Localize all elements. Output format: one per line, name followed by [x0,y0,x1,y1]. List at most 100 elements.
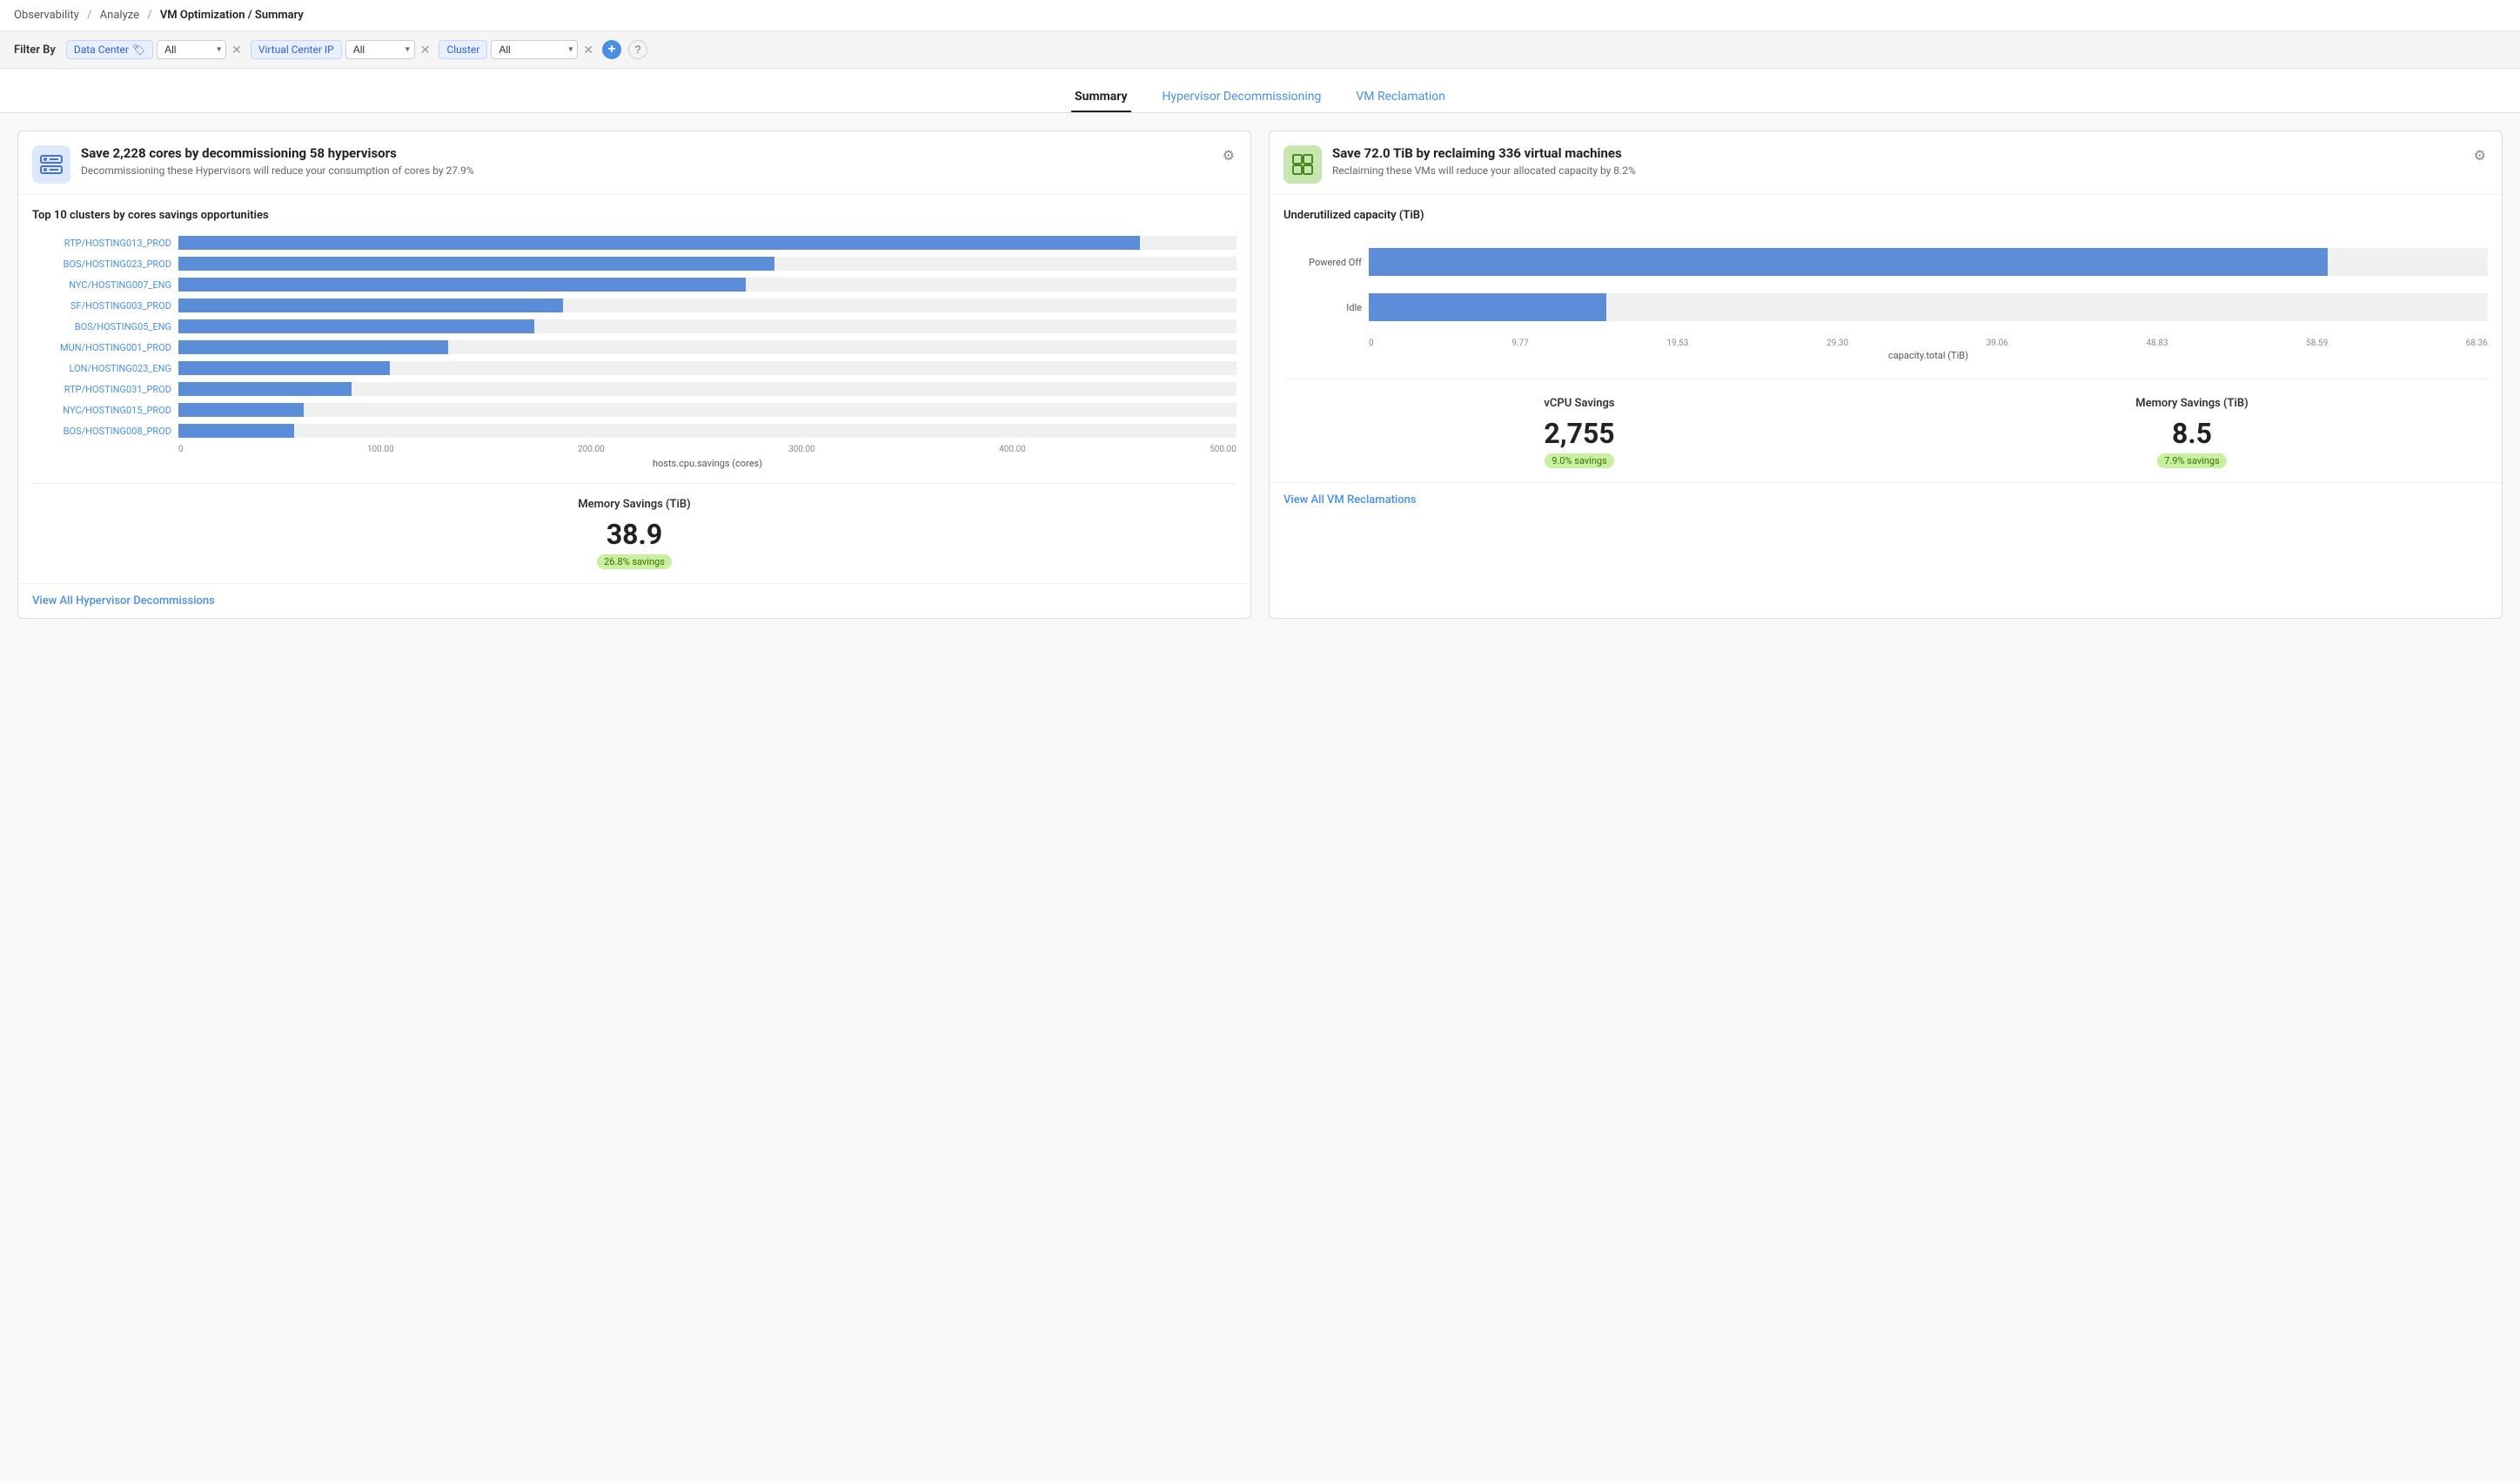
bar-label[interactable]: SF/HOSTING003_PROD [32,300,171,312]
bar-label[interactable]: BOS/HOSTING008_PROD [32,426,171,437]
right-view-all-link[interactable]: View All VM Reclamations [1270,483,2502,517]
cap-bar-label: Powered Off [1283,257,1362,268]
bar-track [178,257,1237,271]
left-panel-body: Top 10 clusters by cores savings opportu… [18,195,1250,583]
bar-label[interactable]: MUN/HOSTING001_PROD [32,342,171,353]
x-axis-tick: 400.00 [999,445,1026,454]
cap-bar-row: Powered Off [1283,248,2488,276]
filter-datacenter-select-wrapper: All [157,40,226,59]
right-memory-savings-badge: 7.9% savings [2157,453,2227,468]
filter-cluster-select[interactable]: All [491,40,578,59]
x-axis-tick: 500.00 [1210,445,1237,454]
main-content: Save 2,228 cores by decommissioning 58 h… [0,113,2520,1483]
bar-label[interactable]: NYC/HOSTING007_ENG [32,279,171,291]
filter-help-button[interactable]: ? [628,40,647,59]
breadcrumb: Observability / Analyze / VM Optimizatio… [0,0,2520,31]
breadcrumb-analyze[interactable]: Analyze [100,9,139,22]
x-axis-tick: 300.00 [788,445,815,454]
right-panel-icon [1283,145,1322,184]
right-chart-title: Underutilized capacity (TiB) [1283,209,2488,222]
filter-datacenter-clear[interactable]: ✕ [230,43,244,57]
bar-label[interactable]: BOS/HOSTING05_ENG [32,321,171,332]
left-view-all-link[interactable]: View All Hypervisor Decommissions [18,584,1250,618]
left-x-axis: 0100.00200.00300.00400.00500.00 [178,445,1237,454]
filter-tag-vcip: Virtual Center IP [251,40,342,59]
filter-vcip-select-wrapper: All [345,40,415,59]
right-panel-subtitle: Reclaiming these VMs will reduce your al… [1332,164,2462,177]
filter-vcip-clear[interactable]: ✕ [419,43,432,57]
cap-bar-track [1369,248,2488,276]
x-axis-tick: 100.00 [367,445,394,454]
left-panel-header: Save 2,228 cores by decommissioning 58 h… [18,131,1250,195]
right-panel-gear-icon[interactable]: ⚙ [2472,145,2488,165]
bar-label[interactable]: BOS/HOSTING023_PROD [32,258,171,270]
left-panel-header-text: Save 2,228 cores by decommissioning 58 h… [81,145,1210,177]
bar-track [178,382,1237,396]
right-panel: Save 72.0 TiB by reclaiming 336 virtual … [1269,131,2503,619]
right-memory-savings-col: Memory Savings (TiB) 8.5 7.9% savings [1896,397,2488,468]
breadcrumb-current: VM Optimization / Summary [160,9,304,22]
bar-fill [178,236,1140,250]
filter-by-label: Filter By [14,44,56,57]
filter-group-vcip: Virtual Center IP All ✕ [251,40,432,59]
filter-cluster-clear[interactable]: ✕ [581,43,595,57]
bar-track [178,236,1237,250]
right-panel-title: Save 72.0 TiB by reclaiming 336 virtual … [1332,145,2462,161]
cap-x-axis-tick: 68.36 [2466,339,2488,348]
cap-bar-fill [1369,293,1606,321]
right-panel-body: Underutilized capacity (TiB) Powered Off… [1270,195,2502,482]
bar-fill [178,403,304,417]
x-axis-tick: 0 [178,445,184,454]
left-memory-savings-label: Memory Savings (TiB) [32,498,1237,511]
filter-cluster-select-wrapper: All [491,40,578,59]
bar-fill [178,299,563,312]
right-memory-savings-value: 8.5 [1896,417,2488,450]
bar-row: RTP/HOSTING031_PROD [32,382,1237,396]
cap-bar-fill [1369,248,2328,276]
right-memory-savings-label: Memory Savings (TiB) [1896,397,2488,410]
filter-bar: Filter By Data Center 🏷 All ✕ Virtual Ce… [0,31,2520,69]
bar-fill [178,424,294,438]
right-metrics-row: vCPU Savings 2,755 9.0% savings Memory S… [1283,397,2488,468]
cap-x-axis-tick: 39.06 [1987,339,2008,348]
bar-label[interactable]: RTP/HOSTING013_PROD [32,238,171,249]
breadcrumb-sep-2: / [147,9,151,22]
bar-track [178,319,1237,333]
cap-bar-track [1369,293,2488,321]
breadcrumb-observability[interactable]: Observability [14,9,79,22]
bar-label[interactable]: LON/HOSTING023_ENG [32,363,171,374]
cap-bar-label: Idle [1283,302,1362,313]
bar-row: BOS/HOSTING008_PROD [32,424,1237,438]
filter-group-cluster: Cluster All ✕ [439,40,595,59]
right-vcpu-savings-value: 2,755 [1283,417,1875,450]
filter-datacenter-select[interactable]: All [157,40,226,59]
bar-row: LON/HOSTING023_ENG [32,361,1237,375]
bar-row: BOS/HOSTING023_PROD [32,257,1237,271]
bar-track [178,340,1237,354]
cap-x-axis-tick: 19.53 [1666,339,1688,348]
cap-x-axis-tick: 29.30 [1826,339,1848,348]
left-chart-title: Top 10 clusters by cores savings opportu… [32,209,1237,222]
right-capacity-chart: Powered Off Idle [1283,248,2488,321]
bar-row: MUN/HOSTING001_PROD [32,340,1237,354]
cap-x-axis-tick: 48.83 [2146,339,2168,348]
tab-hypervisor-decommissioning[interactable]: Hypervisor Decommissioning [1159,83,1325,112]
left-panel-title: Save 2,228 cores by decommissioning 58 h… [81,145,1210,161]
right-vcpu-savings-badge: 9.0% savings [1545,453,1614,468]
left-memory-savings-center: 38.9 26.8% savings [32,518,1237,569]
left-panel-subtitle: Decommissioning these Hypervisors will r… [81,164,1210,177]
left-panel-gear-icon[interactable]: ⚙ [1221,145,1237,165]
bar-fill [178,382,352,396]
tab-summary[interactable]: Summary [1071,83,1131,112]
bar-track [178,299,1237,312]
filter-vcip-select[interactable]: All [345,40,415,59]
left-bar-chart: RTP/HOSTING013_PROD BOS/HOSTING023_PROD NY… [32,236,1237,438]
bar-label[interactable]: NYC/HOSTING015_PROD [32,405,171,416]
cap-x-axis-tick: 0 [1369,339,1374,348]
tab-bar: Summary Hypervisor Decommissioning VM Re… [0,69,2520,113]
left-x-axis-label: hosts.cpu.savings (cores) [178,458,1237,469]
left-memory-savings-value: 38.9 [32,518,1237,551]
tab-vm-reclamation[interactable]: VM Reclamation [1352,83,1449,112]
filter-add-button[interactable]: + [602,40,621,59]
bar-label[interactable]: RTP/HOSTING031_PROD [32,384,171,395]
